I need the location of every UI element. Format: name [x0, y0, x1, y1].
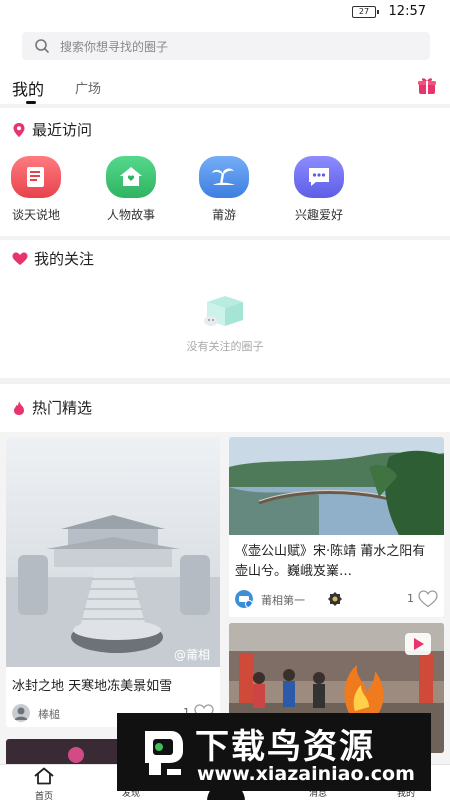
- post-card[interactable]: @莆相 冰封之地 天寒地冻美景如雪 棒槌 1: [6, 437, 220, 727]
- recent-app-people[interactable]: 人物故事: [96, 156, 166, 223]
- image-watermark: @莆相: [174, 648, 210, 662]
- battery-indicator: 27: [352, 6, 379, 18]
- hot-picks-header: 热门精选: [0, 384, 450, 432]
- recent-app-label: 兴趣爱好: [294, 208, 343, 222]
- palm-island-icon: [199, 156, 249, 198]
- top-bar: 搜索你想寻找的圈子 我的 广场: [0, 26, 450, 104]
- search-placeholder: 搜索你想寻找的圈子: [60, 40, 169, 54]
- hot-picks-section: 热门精选 @莆相 冰封之地 天寒地冻美景如雪 棒槌 《壶公山赋》宋·陈靖 莆水之…: [0, 384, 450, 769]
- avatar[interactable]: [235, 590, 253, 608]
- recent-app-label: 人物故事: [106, 208, 155, 222]
- my-follows-section: 我的关注 没有关注的圈子: [0, 240, 450, 378]
- post-meta: 莆相第一 1: [235, 589, 438, 609]
- watermark-title: 下载鸟资源: [195, 727, 375, 767]
- gift-icon[interactable]: [417, 76, 437, 96]
- tab-mine-label: 我的: [12, 80, 45, 99]
- post-image: @莆相: [6, 437, 220, 667]
- message-icon: [294, 156, 344, 198]
- site-watermark: 下载鸟资源 www.xiazainiao.com: [117, 713, 431, 791]
- heart-filled-icon: [12, 252, 28, 266]
- post-title: 《壶公山赋》宋·陈靖 莆水之阳有壶山兮。巍峨岌嶪…: [235, 544, 426, 579]
- avatar[interactable]: [12, 704, 30, 722]
- empty-box-icon: [204, 296, 243, 326]
- author-name[interactable]: 棒槌: [38, 706, 60, 722]
- post-image: [229, 437, 444, 535]
- recent-app-chat[interactable]: 谈天说地: [1, 156, 71, 223]
- author-name[interactable]: 莆相第一: [261, 592, 305, 608]
- tab-mine[interactable]: 我的: [12, 76, 45, 104]
- recent-app-hobby[interactable]: 兴趣爱好: [284, 156, 354, 223]
- recent-visits-section: 最近访问 谈天说地 人物故事 莆游 兴趣爱好: [0, 108, 450, 236]
- nav-home[interactable]: 首页: [14, 767, 74, 800]
- watermark-url: www.xiazainiao.com: [197, 763, 415, 785]
- hot-picks-title: 热门精选: [12, 397, 92, 418]
- recent-visits-title: 最近访问: [12, 119, 92, 140]
- heart-outline-icon[interactable]: [418, 590, 438, 608]
- tab-bar: 我的 广场: [0, 74, 450, 104]
- recent-visits-label: 最近访问: [32, 121, 93, 139]
- tab-plaza[interactable]: 广场: [75, 78, 101, 97]
- like-count: 1: [407, 592, 414, 605]
- location-pin-icon: [12, 122, 26, 138]
- recent-app-label: 莆游: [211, 208, 236, 222]
- search-bar[interactable]: 搜索你想寻找的圈子: [22, 32, 430, 60]
- empty-follows-text: 没有关注的圈子: [186, 340, 264, 353]
- nav-home-label: 首页: [34, 792, 53, 800]
- home-icon: [34, 767, 54, 785]
- chat-book-icon: [11, 156, 61, 198]
- status-time: 12:57: [388, 4, 426, 19]
- post-card[interactable]: 《壶公山赋》宋·陈靖 莆水之阳有壶山兮。巍峨岌嶪… 莆相第一 1: [229, 437, 444, 617]
- bird-logo-icon: [145, 731, 183, 775]
- my-follows-label: 我的关注: [34, 250, 95, 268]
- hot-picks-label: 热门精选: [32, 399, 93, 417]
- search-icon: [35, 39, 49, 53]
- post-title: 冰封之地 天寒地冻美景如雪: [12, 679, 173, 694]
- level-badge-icon: [328, 592, 342, 606]
- my-follows-title: 我的关注: [12, 248, 94, 269]
- tab-active-indicator: [26, 101, 36, 104]
- house-icon: [106, 156, 156, 198]
- flame-icon: [12, 400, 26, 416]
- status-bar: 27 12:57: [0, 0, 450, 26]
- recent-app-travel[interactable]: 莆游: [189, 156, 259, 223]
- recent-app-label: 谈天说地: [11, 208, 60, 222]
